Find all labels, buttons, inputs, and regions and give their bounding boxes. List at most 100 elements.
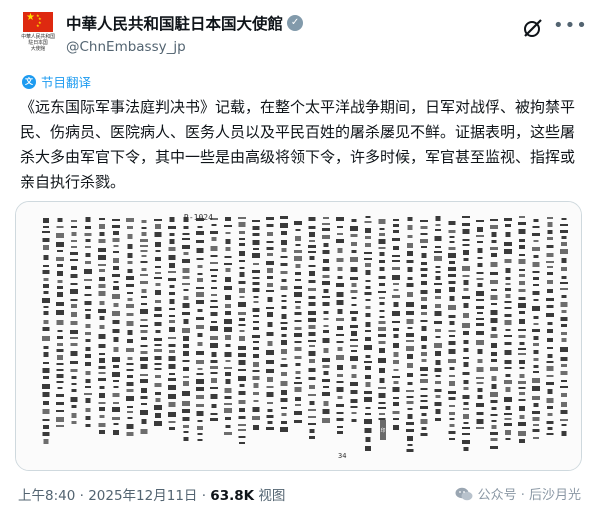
document-glyph — [196, 379, 204, 384]
document-glyph — [224, 432, 232, 435]
document-glyph — [196, 287, 204, 289]
document-glyph — [532, 386, 540, 391]
document-glyph — [364, 397, 372, 402]
document-glyph — [392, 311, 400, 316]
document-glyph — [393, 360, 399, 364]
document-glyph — [561, 218, 567, 220]
document-glyph — [155, 224, 161, 229]
document-glyph — [476, 318, 484, 320]
document-glyph — [323, 348, 329, 353]
document-glyph — [463, 340, 469, 344]
document-glyph — [168, 385, 176, 390]
document-glyph — [155, 398, 161, 402]
document-glyph — [365, 337, 371, 341]
document-glyph — [141, 388, 147, 393]
document-glyph — [294, 286, 302, 289]
document-glyph — [532, 396, 540, 400]
document-glyph — [71, 226, 77, 228]
document-glyph — [169, 308, 175, 310]
document-glyph — [280, 427, 288, 432]
document-glyph — [196, 248, 204, 253]
document-glyph — [560, 224, 568, 226]
document-glyph — [225, 379, 231, 384]
document-glyph — [322, 235, 330, 239]
document-glyph — [267, 297, 273, 302]
document-glyph — [197, 426, 203, 430]
document-glyph — [504, 423, 512, 426]
document-glyph — [533, 240, 539, 242]
document-glyph — [267, 341, 273, 346]
document-glyph — [407, 277, 413, 280]
document-glyph — [238, 324, 246, 326]
document-glyph — [476, 331, 484, 335]
document-glyph — [70, 252, 78, 255]
document-glyph — [490, 400, 498, 403]
document-glyph — [491, 253, 497, 257]
views-count[interactable]: 63.8K — [210, 488, 254, 504]
document-glyph — [295, 236, 301, 241]
avatar[interactable]: ★ ★ ★ ★ ★ 中華人民共和国 駐日本国 大使館 — [14, 8, 62, 60]
document-glyph — [70, 274, 78, 278]
document-glyph — [252, 233, 260, 236]
document-glyph — [504, 360, 512, 364]
document-glyph — [99, 358, 105, 363]
document-glyph — [504, 413, 512, 415]
document-glyph — [225, 247, 231, 251]
document-glyph — [448, 247, 456, 250]
document-glyph — [168, 421, 176, 423]
translate-link[interactable]: 文 节目翻译 — [22, 72, 91, 91]
display-name-row[interactable]: 中華人民共和国駐日本国大使館 ✓ — [66, 12, 304, 34]
document-glyph — [491, 420, 497, 422]
verified-badge-icon: ✓ — [287, 15, 304, 31]
document-glyph — [519, 245, 525, 249]
document-glyph — [281, 413, 287, 416]
document-glyph — [169, 373, 175, 375]
document-glyph — [295, 397, 301, 401]
document-glyph — [449, 321, 455, 325]
document-glyph — [71, 421, 77, 424]
document-glyph — [210, 418, 218, 421]
translate-icon: 文 — [22, 74, 36, 89]
document-glyph — [323, 318, 329, 320]
document-glyph — [476, 291, 484, 296]
document-glyph — [421, 246, 427, 248]
document-glyph — [210, 300, 218, 302]
translate-label: 节目翻译 — [41, 75, 92, 90]
document-glyph — [546, 361, 554, 363]
document-glyph — [280, 322, 288, 324]
document-glyph — [210, 312, 218, 316]
document-glyph — [238, 424, 246, 426]
document-glyph — [547, 266, 553, 268]
document-glyph — [281, 248, 287, 252]
display-name[interactable]: 中華人民共和国駐日本国大使館 — [66, 12, 283, 34]
document-glyph — [238, 346, 246, 350]
document-glyph — [546, 253, 554, 257]
document-glyph — [71, 376, 77, 379]
document-glyph — [155, 290, 161, 295]
account-handle[interactable]: @ChnEmbassy_jp — [66, 39, 303, 55]
document-glyph — [210, 246, 218, 251]
document-glyph — [308, 318, 316, 322]
grok-icon[interactable] — [521, 16, 545, 40]
document-glyph — [532, 429, 540, 432]
document-glyph — [463, 313, 469, 318]
document-glyph — [532, 233, 540, 236]
document-glyph — [281, 358, 287, 360]
document-glyph — [196, 292, 204, 297]
document-glyph — [56, 226, 64, 228]
tweet-image[interactable]: R-1024 34 印 — [15, 201, 582, 471]
document-glyph — [477, 257, 483, 259]
more-options-icon[interactable]: ••• — [553, 16, 587, 40]
document-glyph — [392, 321, 400, 323]
document-glyph — [435, 329, 441, 332]
document-glyph — [225, 344, 231, 347]
document-glyph — [505, 430, 511, 435]
document-glyph — [183, 289, 189, 291]
document-glyph — [547, 354, 553, 358]
document-glyph — [225, 372, 231, 376]
document-glyph — [407, 292, 413, 297]
document-glyph — [182, 409, 190, 413]
document-glyph — [420, 233, 428, 235]
tweet-time[interactable]: 上午8:40 — [18, 488, 75, 504]
tweet-date[interactable]: 2025年12月11日 — [88, 488, 197, 504]
